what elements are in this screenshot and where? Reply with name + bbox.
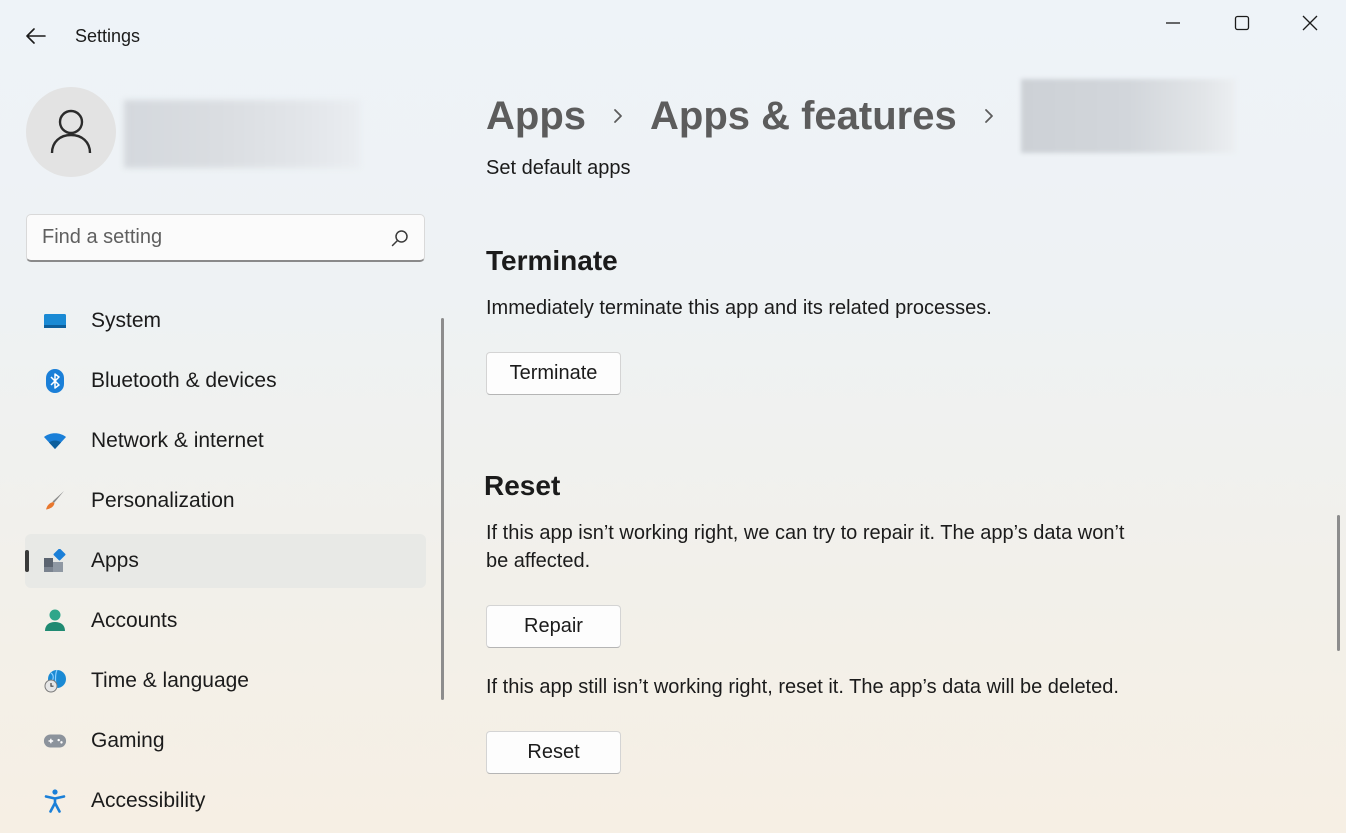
repair-button[interactable]: Repair: [486, 605, 621, 648]
sidebar-item-time-language[interactable]: Time & language: [25, 654, 426, 708]
minimize-button[interactable]: [1139, 0, 1207, 46]
person-icon: [43, 609, 67, 633]
terminate-button[interactable]: Terminate: [486, 352, 621, 395]
sidebar-item-label: System: [91, 309, 162, 332]
search-icon[interactable]: [390, 228, 410, 248]
chevron-right-icon: [586, 108, 650, 124]
main-scrollbar[interactable]: [1337, 515, 1340, 651]
bluetooth-icon: [43, 369, 67, 393]
avatar[interactable]: [26, 87, 116, 177]
sidebar-item-label: Gaming: [91, 729, 165, 752]
close-icon: [1302, 15, 1318, 31]
reset-description: If this app still isn’t working right, r…: [486, 676, 1119, 698]
system-icon: [43, 309, 67, 333]
sidebar-item-label: Bluetooth & devices: [91, 369, 277, 392]
app-title: Settings: [75, 26, 141, 46]
sidebar-item-label: Personalization: [91, 489, 235, 512]
sidebar-item-gaming[interactable]: Gaming: [25, 714, 426, 768]
maximize-button[interactable]: [1208, 0, 1276, 46]
terminate-heading: Terminate: [486, 245, 618, 276]
sidebar-scrollbar[interactable]: [441, 318, 444, 700]
apps-icon: [43, 549, 67, 573]
paintbrush-icon: [43, 489, 67, 513]
search-input[interactable]: [42, 226, 390, 249]
back-arrow-icon: [26, 28, 46, 44]
reset-heading: Reset: [484, 470, 561, 501]
user-icon: [50, 109, 92, 154]
sidebar-item-label: Accounts: [91, 609, 178, 632]
sidebar-item-label: Time & language: [91, 669, 249, 692]
sidebar-item-label: Accessibility: [91, 789, 206, 812]
redacted-app-name: [1020, 79, 1236, 153]
chevron-right-icon: [957, 108, 1021, 124]
redacted-user-name: [124, 100, 360, 168]
reset-button[interactable]: Reset: [486, 731, 621, 774]
sidebar-item-accessibility[interactable]: Accessibility: [25, 774, 426, 828]
breadcrumb: Apps Apps & features: [486, 79, 1236, 153]
sidebar-item-network[interactable]: Network & internet: [25, 414, 426, 468]
gamepad-icon: [43, 729, 67, 753]
sidebar-item-label: Apps: [91, 549, 139, 572]
sidebar-nav: System Bluetooth & devices Network & int…: [25, 294, 426, 833]
breadcrumb-apps[interactable]: Apps: [486, 94, 586, 139]
breadcrumb-apps-features[interactable]: Apps & features: [650, 94, 957, 139]
title-bar: Settings: [0, 0, 1346, 72]
close-button[interactable]: [1276, 0, 1344, 46]
search-box[interactable]: [26, 214, 425, 262]
maximize-icon: [1234, 15, 1250, 31]
wifi-icon: [43, 429, 67, 453]
set-default-apps-link[interactable]: Set default apps: [486, 157, 631, 180]
sidebar-item-accounts[interactable]: Accounts: [25, 594, 426, 648]
repair-description: If this app isn’t working right, we can …: [486, 522, 1125, 572]
globe-clock-icon: [43, 669, 67, 693]
sidebar-item-personalization[interactable]: Personalization: [25, 474, 426, 528]
minimize-icon: [1166, 22, 1180, 24]
sidebar-item-label: Network & internet: [91, 429, 264, 452]
terminate-description: Immediately terminate this app and its r…: [486, 297, 992, 319]
back-button[interactable]: [18, 20, 54, 52]
sidebar-item-bluetooth[interactable]: Bluetooth & devices: [25, 354, 426, 408]
sidebar-item-apps[interactable]: Apps: [25, 534, 426, 588]
accessibility-icon: [43, 789, 67, 813]
sidebar-item-system[interactable]: System: [25, 294, 426, 348]
